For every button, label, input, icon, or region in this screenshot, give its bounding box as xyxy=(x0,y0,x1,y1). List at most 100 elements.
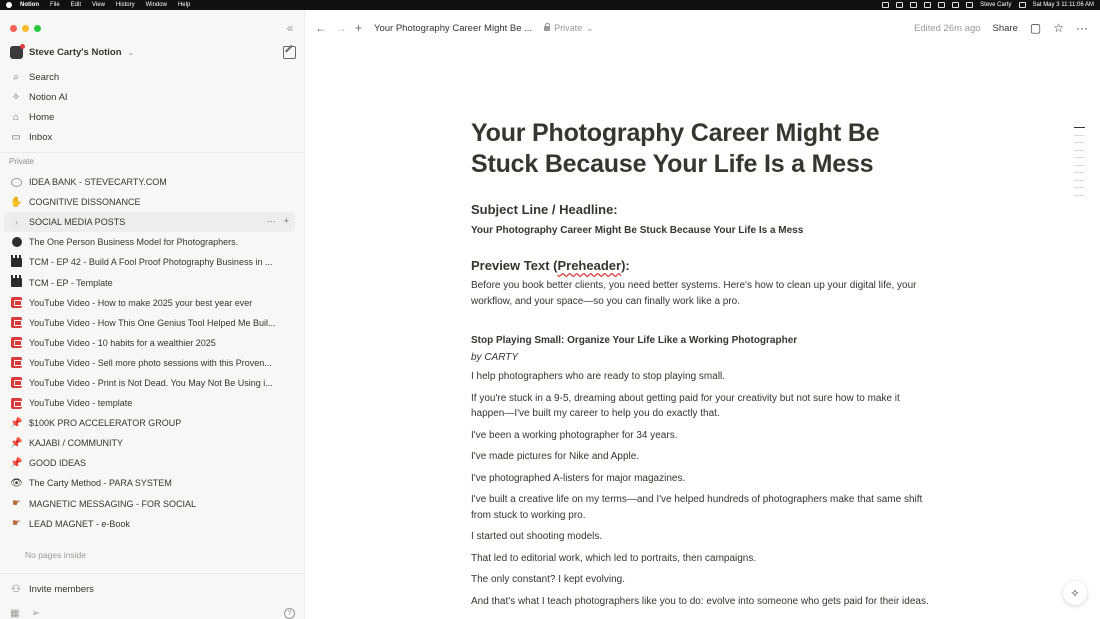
outline-marker[interactable] xyxy=(1074,127,1085,128)
sidebar-item-search[interactable]: ⌕ Search xyxy=(10,71,59,83)
body-paragraph[interactable]: I help photographers who are ready to st… xyxy=(471,369,931,385)
page-title: YouTube Video - How to make 2025 your be… xyxy=(29,297,253,308)
menu-window[interactable]: Window xyxy=(146,2,167,8)
body-paragraph[interactable]: I've been a working photographer for 34 … xyxy=(471,428,931,444)
outline-marker[interactable] xyxy=(1074,187,1085,188)
page-title: YouTube Video - template xyxy=(29,398,133,409)
body-paragraph[interactable]: That led to editorial work, which led to… xyxy=(471,551,931,567)
heading-preview-text[interactable]: Preview Text (Preheader): xyxy=(471,258,931,273)
sidebar-page[interactable]: 📌 KAJABI / COMMUNITY xyxy=(0,433,305,453)
wifi-icon[interactable] xyxy=(966,2,974,8)
sidebar-page[interactable]: 👁 The Carty Method - PARA SYSTEM xyxy=(0,473,305,493)
window-controls xyxy=(10,25,41,32)
new-tab-plus-icon[interactable]: + xyxy=(355,21,362,35)
outline-marker[interactable] xyxy=(1074,134,1085,136)
collapse-sidebar-icon[interactable]: « xyxy=(283,21,297,35)
close-window-button[interactable] xyxy=(10,25,17,32)
body-paragraph[interactable]: The only constant? I kept evolving. xyxy=(471,572,931,588)
outline-marker[interactable] xyxy=(1074,172,1085,173)
comments-icon[interactable]: ▢ xyxy=(1030,21,1041,35)
sidebar-page[interactable]: 📌 $100K PRO ACCELERATOR GROUP xyxy=(0,413,305,433)
help-icon[interactable]: ? xyxy=(284,608,295,619)
forward-arrow-icon[interactable]: → xyxy=(335,21,347,35)
outline-marker[interactable] xyxy=(1074,164,1085,166)
sidebar-page[interactable]: YouTube Video - How This One Genius Tool… xyxy=(0,313,305,333)
sidebar-page[interactable]: YouTube Video - Print is Not Dead. You M… xyxy=(0,373,305,393)
control-center-icon[interactable] xyxy=(1018,2,1026,8)
page-title[interactable]: Your Photography Career Might Be Stuck B… xyxy=(471,118,931,180)
outline-marker[interactable] xyxy=(1074,157,1085,158)
preview-text-paragraph[interactable]: Before you book better clients, you need… xyxy=(471,278,931,309)
inbox-icon: ▭ xyxy=(11,131,21,143)
menu-history[interactable]: History xyxy=(116,2,135,8)
status-app-icon[interactable] xyxy=(896,2,904,8)
outline-marker[interactable] xyxy=(1074,149,1085,151)
sidebar-page[interactable]: ✋ COGNITIVE DISSONANCE xyxy=(0,192,305,212)
body-paragraph[interactable]: I've photographed A-listers for major ma… xyxy=(471,471,931,487)
sidebar-page[interactable]: YouTube Video - 10 habits for a wealthie… xyxy=(0,333,305,353)
menu-file[interactable]: File xyxy=(50,2,60,8)
outline-marker[interactable] xyxy=(1074,194,1085,196)
invite-members-button[interactable]: ⚇ Invite members xyxy=(10,583,94,595)
sidebar-page[interactable]: 📌 GOOD IDEAS xyxy=(0,453,305,473)
more-options-icon[interactable]: ··· xyxy=(267,216,276,226)
apple-icon[interactable] xyxy=(6,2,12,8)
sidebar-page[interactable]: IDEA BANK - STEVECARTY.COM xyxy=(0,172,305,192)
sidebar-item-inbox[interactable]: ▭ Inbox xyxy=(10,131,52,143)
sidebar-page[interactable]: TCM - EP 42 - Build A Fool Proof Photogr… xyxy=(0,252,305,272)
sidebar-page[interactable]: ☛ LEAD MAGNET - e-Book xyxy=(0,514,305,534)
add-subpage-icon[interactable]: + xyxy=(284,216,289,226)
share-button[interactable]: Share xyxy=(993,23,1018,34)
body-paragraph[interactable]: If you're stuck in a 9-5, dreaming about… xyxy=(471,391,931,422)
status-app-icon[interactable] xyxy=(938,2,946,8)
menu-app-name[interactable]: Notion xyxy=(20,2,39,8)
menu-view[interactable]: View xyxy=(92,2,105,8)
sidebar-page[interactable]: TCM - EP - Template xyxy=(0,272,305,292)
sidebar-page[interactable]: ☛ MAGNETIC MESSAGING - FOR SOCIAL xyxy=(0,494,305,514)
back-arrow-icon[interactable]: ← xyxy=(315,21,327,35)
menubar-user[interactable]: Steve Carty xyxy=(980,2,1011,8)
menubar-clock[interactable]: Sat May 3 11:11:06 AM xyxy=(1033,2,1094,8)
minimize-window-button[interactable] xyxy=(22,25,29,32)
edited-timestamp: Edited 26m ago xyxy=(913,22,981,34)
page-title: The Carty Method - PARA SYSTEM xyxy=(29,478,172,489)
section-heading[interactable]: Stop Playing Small: Organize Your Life L… xyxy=(471,335,931,346)
battery-icon[interactable] xyxy=(952,2,960,8)
zoom-window-button[interactable] xyxy=(34,25,41,32)
sidebar-page[interactable]: YouTube Video - How to make 2025 your be… xyxy=(0,293,305,313)
table-of-contents-outline[interactable] xyxy=(1074,127,1085,196)
body-paragraph[interactable]: I've made pictures for Nike and Apple. xyxy=(471,449,931,465)
youtube-icon xyxy=(10,397,23,410)
outline-marker[interactable] xyxy=(1074,179,1085,181)
more-options-icon[interactable]: ··· xyxy=(1076,21,1088,35)
body-paragraph[interactable]: And that's what I teach photographers li… xyxy=(471,594,931,610)
new-page-icon[interactable] xyxy=(283,46,296,59)
sidebar-page[interactable]: The One Person Business Model for Photog… xyxy=(0,232,305,252)
privacy-badge[interactable]: Private ⌄ xyxy=(544,22,594,34)
chevron-right-icon[interactable]: › xyxy=(10,216,23,229)
sidebar-page[interactable]: YouTube Video - template xyxy=(0,393,305,413)
send-icon[interactable]: ➢ xyxy=(31,608,39,619)
sidebar-item-label: Home xyxy=(29,111,55,123)
notion-ai-button[interactable]: ✧ xyxy=(1063,581,1087,605)
status-app-icon[interactable] xyxy=(910,2,918,8)
breadcrumb-page-title[interactable]: Your Photography Career Might Be ... xyxy=(374,23,532,34)
menu-help[interactable]: Help xyxy=(178,2,190,8)
templates-icon[interactable]: ▦ xyxy=(10,608,19,619)
sidebar-page[interactable]: › SOCIAL MEDIA POSTS ··· + xyxy=(4,212,295,233)
outline-marker[interactable] xyxy=(1074,142,1085,143)
star-icon[interactable]: ☆ xyxy=(1053,21,1064,35)
body-paragraph[interactable]: I've built a creative life on my terms—a… xyxy=(471,492,931,523)
subject-line-text[interactable]: Your Photography Career Might Be Stuck B… xyxy=(471,225,931,236)
sidebar-page[interactable]: YouTube Video - Sell more photo sessions… xyxy=(0,353,305,373)
heading-subject-line[interactable]: Subject Line / Headline: xyxy=(471,202,931,217)
workspace-switcher[interactable]: Steve Carty's Notion ⌄ xyxy=(10,44,134,59)
workspace-name: Steve Carty's Notion xyxy=(29,47,122,58)
status-app-icon[interactable] xyxy=(924,2,932,8)
body-paragraph[interactable]: I started out shooting models. xyxy=(471,529,931,545)
menu-edit[interactable]: Edit xyxy=(71,2,81,8)
byline[interactable]: by CARTY xyxy=(471,352,931,363)
status-app-icon[interactable] xyxy=(882,2,890,8)
sidebar-item-notion-ai[interactable]: ✧ Notion AI xyxy=(10,91,68,103)
sidebar-item-home[interactable]: ⌂ Home xyxy=(10,111,54,123)
